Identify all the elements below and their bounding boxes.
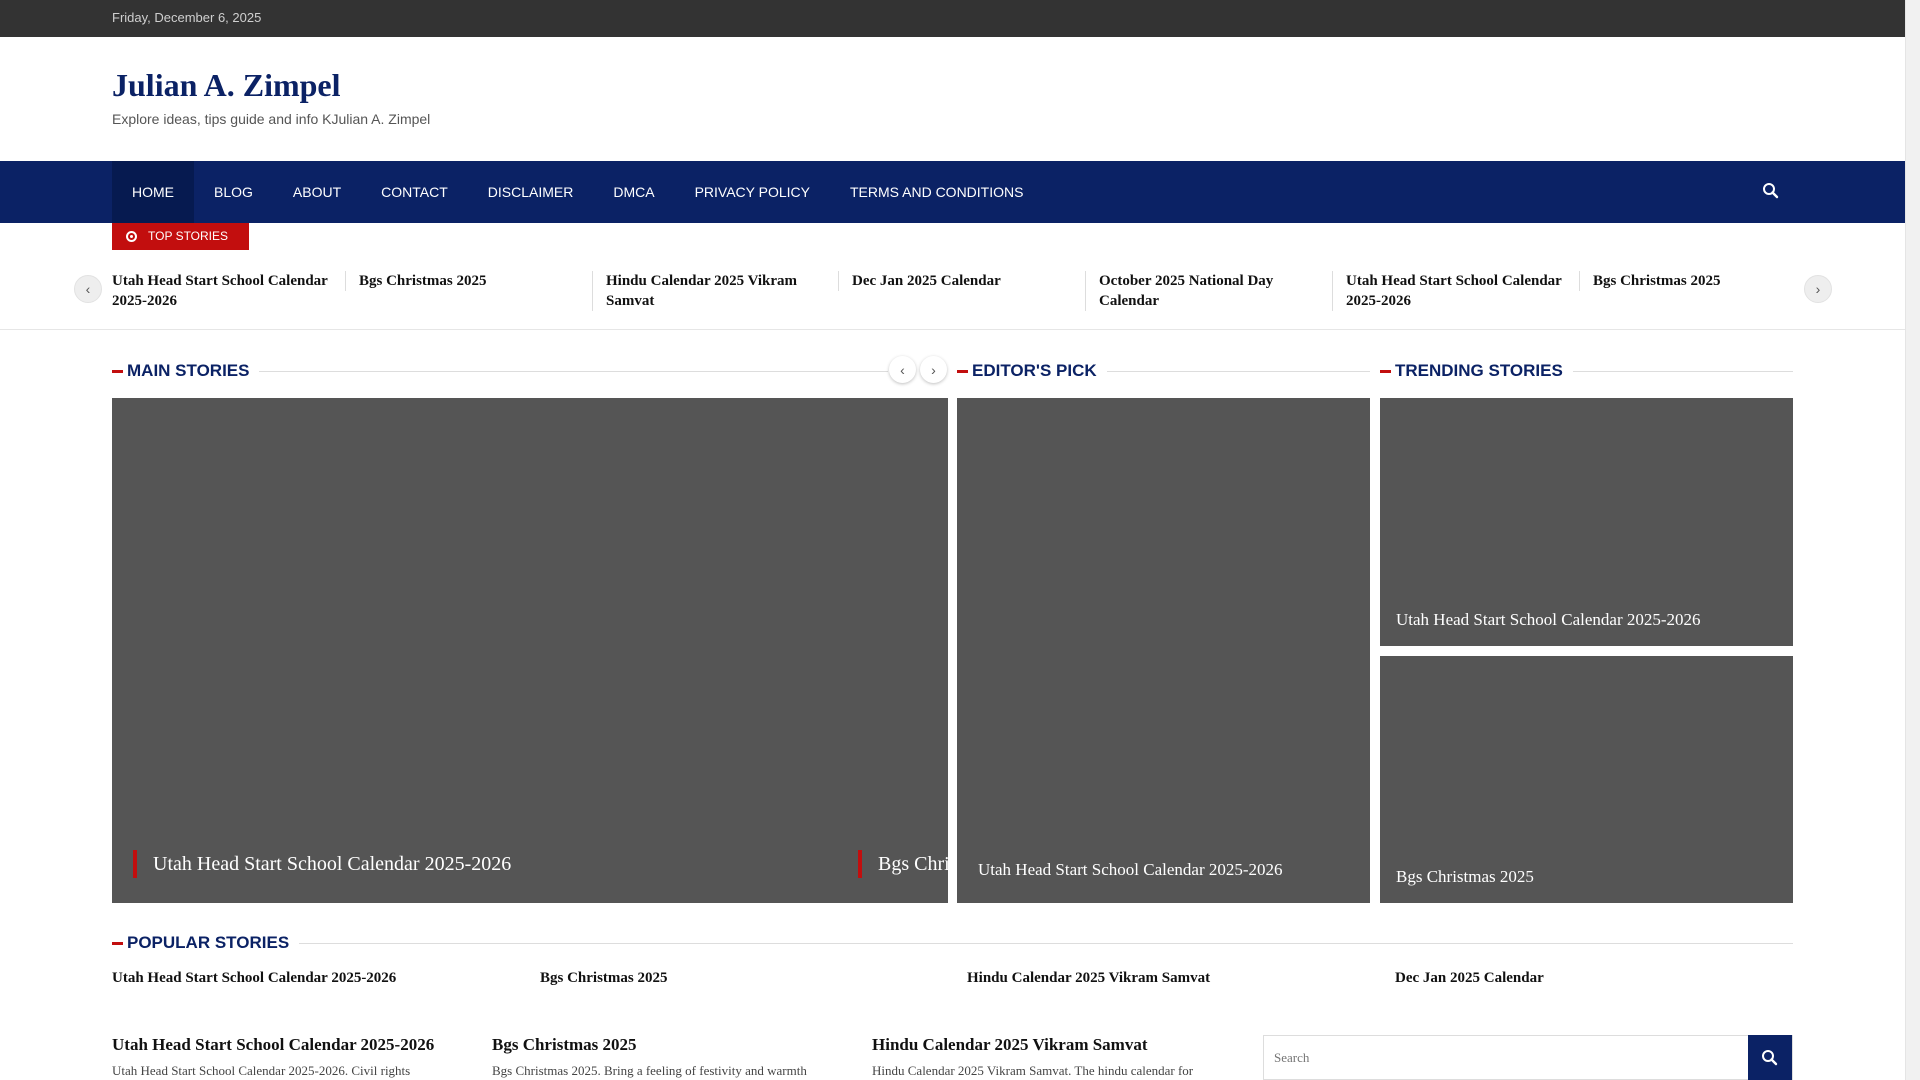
top-bar: Friday, December 6, 2025	[0, 0, 1905, 37]
sidebar-search	[1263, 1035, 1793, 1080]
chevron-left-icon[interactable]: ‹	[74, 275, 102, 303]
nav-contact[interactable]: CONTACT	[361, 161, 468, 223]
post-title[interactable]: Hindu Calendar 2025 Vikram Samvat	[872, 1035, 1148, 1055]
editors-pick-post-title[interactable]: Utah Head Start School Calendar 2025-202…	[978, 860, 1283, 880]
slide-title[interactable]: Utah Head Start School Calendar 2025-202…	[133, 850, 511, 878]
top-stories-label: TOP STORIES	[148, 229, 229, 243]
current-date: Friday, December 6, 2025	[112, 10, 262, 25]
nav-blog[interactable]: BLOG	[194, 161, 273, 223]
popular-item[interactable]: Bgs Christmas 2025	[540, 970, 668, 987]
nav-privacy-policy[interactable]: PRIVACY POLICY	[675, 161, 830, 223]
site-description: Explore ideas, tips guide and info KJuli…	[112, 111, 431, 127]
ticker-item[interactable]: Dec Jan 2025 Calendar	[838, 271, 1072, 291]
site-header: Julian A. Zimpel Explore ideas, tips gui…	[0, 37, 1905, 161]
popular-item[interactable]: Hindu Calendar 2025 Vikram Samvat	[967, 970, 1210, 987]
ticker-item[interactable]: Bgs Christmas 2025	[345, 271, 579, 291]
search-icon	[1762, 1049, 1778, 1065]
slide-title[interactable]: Bgs Christmas 2025	[858, 850, 948, 878]
trending-stories-heading: TRENDING STORIES	[1380, 360, 1793, 382]
search-input[interactable]	[1264, 1036, 1750, 1079]
post-excerpt: Hindu Calendar 2025 Vikram Samvat. The h…	[872, 1063, 1194, 1078]
radio-dot-icon	[126, 231, 137, 242]
main-stories-slider[interactable]: Utah Head Start School Calendar 2025-202…	[112, 398, 948, 903]
top-stories-badge: TOP STORIES	[112, 223, 249, 250]
post-title[interactable]: Utah Head Start School Calendar 2025-202…	[112, 1035, 434, 1055]
nav-dmca[interactable]: DMCA	[593, 161, 674, 223]
editors-pick-title: EDITOR'S PICK	[972, 361, 1097, 380]
post-excerpt: Bgs Christmas 2025. Bring a feeling of f…	[492, 1063, 807, 1078]
ticker-item[interactable]: October 2025 National Day Calendar	[1085, 271, 1319, 311]
nav-home[interactable]: HOME	[112, 161, 194, 223]
search-icon[interactable]	[1760, 180, 1782, 202]
ticker-item[interactable]: Utah Head Start School Calendar 2025-202…	[112, 271, 346, 311]
nav-about[interactable]: ABOUT	[273, 161, 361, 223]
trending-stories-title: TRENDING STORIES	[1395, 361, 1563, 380]
ticker-item[interactable]: Utah Head Start School Calendar 2025-202…	[1332, 271, 1566, 311]
site-title[interactable]: Julian A. Zimpel	[112, 67, 341, 104]
post-title[interactable]: Bgs Christmas 2025	[492, 1035, 637, 1055]
popular-stories-title: POPULAR STORIES	[127, 933, 290, 952]
search-button[interactable]	[1748, 1035, 1792, 1080]
popular-item[interactable]: Dec Jan 2025 Calendar	[1395, 970, 1544, 987]
main-stories-heading: MAIN STORIES	[112, 360, 888, 382]
editors-pick-heading: EDITOR'S PICK	[957, 360, 1370, 382]
trending-post-title[interactable]: Utah Head Start School Calendar 2025-202…	[1396, 610, 1701, 630]
popular-item[interactable]: Utah Head Start School Calendar 2025-202…	[112, 970, 396, 987]
page-scrollbar[interactable]	[1905, 0, 1920, 1080]
chevron-left-icon[interactable]: ‹	[889, 356, 916, 383]
nav-disclaimer[interactable]: DISCLAIMER	[468, 161, 594, 223]
chevron-right-icon[interactable]: ›	[920, 356, 947, 383]
trending-post-title[interactable]: Bgs Christmas 2025	[1396, 867, 1534, 887]
trending-card[interactable]: Utah Head Start School Calendar 2025-202…	[1380, 398, 1793, 646]
chevron-right-icon[interactable]: ›	[1804, 275, 1832, 303]
popular-stories-heading: POPULAR STORIES	[112, 932, 1793, 954]
ticker-item[interactable]: Hindu Calendar 2025 Vikram Samvat	[592, 271, 826, 311]
nav-terms-and-conditions[interactable]: TERMS AND CONDITIONS	[830, 161, 1043, 223]
main-stories-title: MAIN STORIES	[127, 361, 250, 380]
editors-pick-card[interactable]: Utah Head Start School Calendar 2025-202…	[957, 398, 1370, 903]
ticker-item[interactable]: Bgs Christmas 2025	[1579, 271, 1779, 291]
main-navigation: HOME BLOG ABOUT CONTACT DISCLAIMER DMCA …	[0, 161, 1905, 223]
top-stories-ticker: ‹ Utah Head Start School Calendar 2025-2…	[0, 250, 1905, 330]
post-excerpt: Utah Head Start School Calendar 2025-202…	[112, 1063, 411, 1078]
trending-card[interactable]: Bgs Christmas 2025	[1380, 656, 1793, 903]
